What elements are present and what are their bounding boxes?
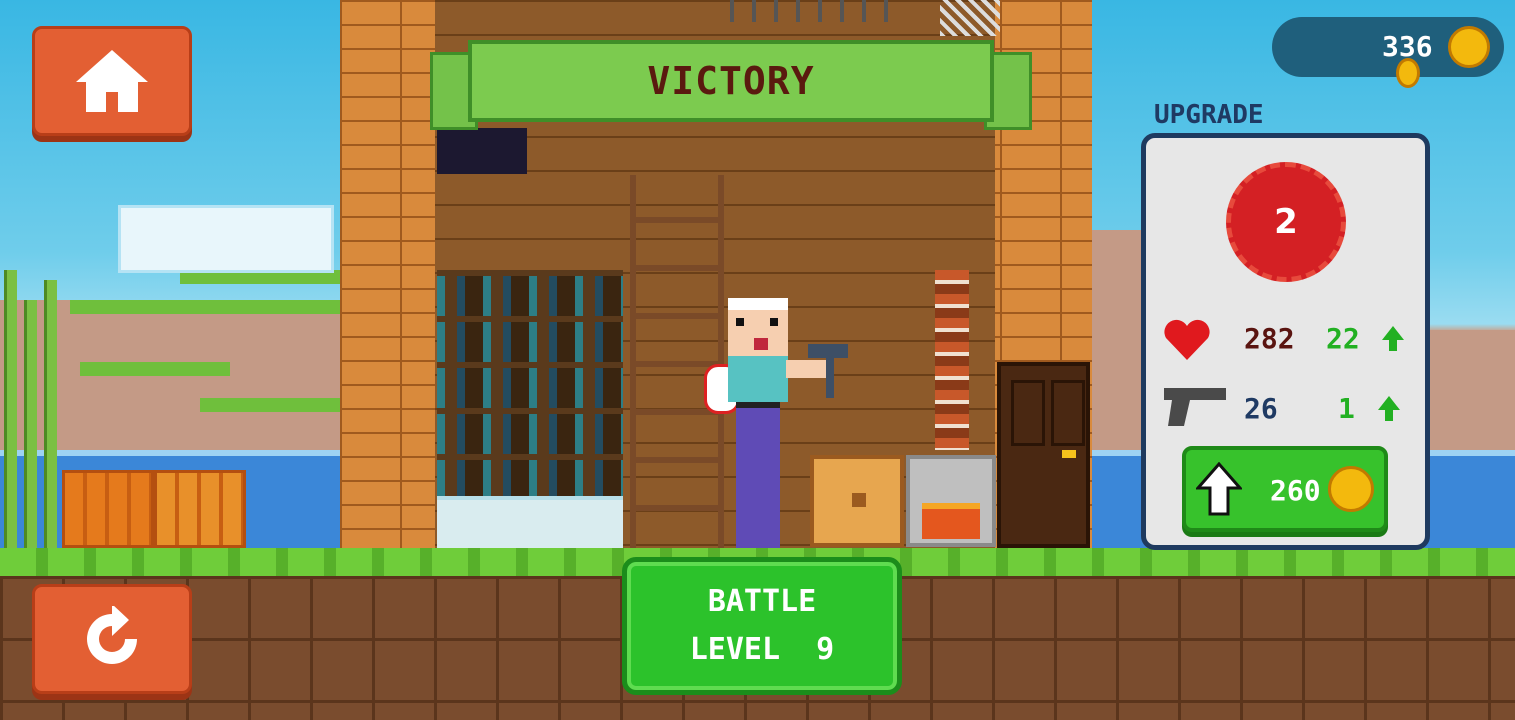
arrow-up-icon [1378,396,1400,421]
character-legs [736,402,780,548]
health-increase: 22 [1326,322,1360,355]
character-eye [770,318,778,326]
coin-icon [1448,26,1490,68]
upgrade-buy-button[interactable]: 260 [1182,446,1388,532]
home-icon [76,50,148,112]
furnace [906,455,996,547]
background-hill [1430,330,1515,460]
obsidian-block [437,128,527,174]
bamboo [24,300,37,580]
upgrade-level: 2 [1274,202,1298,242]
ceiling-grate [730,0,900,22]
character-eye [736,318,744,326]
player-character [700,298,850,548]
battle-level-button[interactable]: BATTLE LEVEL 9 [622,557,902,695]
character-torso [728,354,788,402]
battle-level-label: LEVEL 9 [689,632,835,667]
bamboo [4,270,17,550]
damage-increase: 1 [1338,392,1355,425]
pumpkin [154,470,246,548]
vine-ladder [935,270,969,450]
bookshelf [437,270,623,500]
upgrade-arrow-icon [1196,462,1242,516]
upgrade-cost: 260 [1270,474,1321,507]
hill-grass [80,362,230,376]
upgrade-level-badge: 2 [1226,162,1346,282]
restart-icon [87,606,137,664]
wooden-door [997,362,1090,548]
background-hill [1092,230,1142,460]
chain [940,0,1000,36]
coin-icon [1328,466,1374,512]
bamboo [44,280,57,560]
restart-button[interactable] [32,584,192,694]
character-arm [786,360,828,378]
door-knob [1062,450,1076,458]
pumpkin [62,470,154,548]
heart-icon [1164,319,1210,360]
pistol-icon [1164,388,1226,426]
arrow-up-icon [1382,326,1404,351]
character-mouth [754,338,768,350]
home-button[interactable] [32,26,192,136]
banner-title: VICTORY [647,59,815,103]
bed [437,496,623,552]
health-value: 282 [1244,322,1295,355]
hill-grass [70,300,340,314]
hill-grass [200,398,340,412]
upgrade-title: UPGRADE [1154,100,1264,130]
damage-value: 26 [1244,392,1278,425]
cloud [118,205,334,273]
victory-banner: VICTORY [468,40,994,122]
coin-icon [1396,58,1420,88]
battle-label: BATTLE [707,584,817,619]
character-head [728,298,788,356]
uzi-gun [808,344,848,398]
